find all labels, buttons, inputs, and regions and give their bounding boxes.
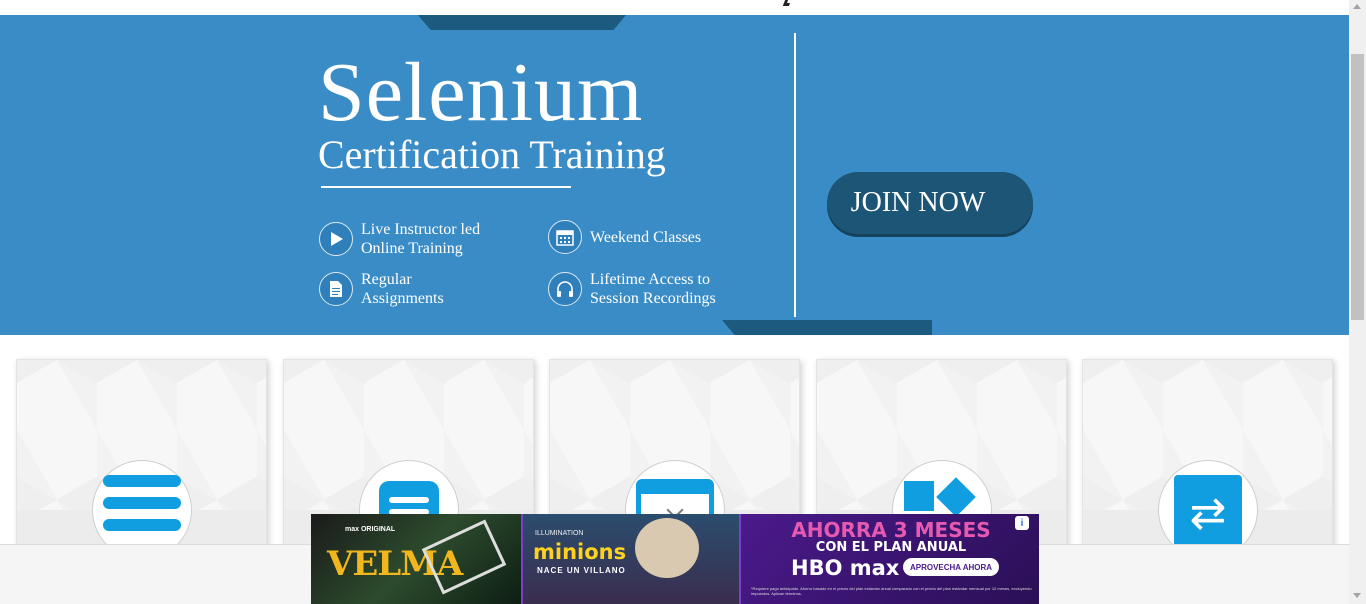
scroll-up-arrow-icon[interactable] [1353, 4, 1361, 9]
ad-headline: AHORRA 3 MESES [791, 518, 991, 542]
cursor-icon [782, 0, 792, 6]
page: Selenium Certification Training Live Ins… [0, 0, 1366, 604]
ad-subline: CON EL PLAN ANUAL [815, 540, 967, 555]
feature-weekend-classes: Weekend Classes [548, 220, 701, 254]
ad-cta-button[interactable]: APROVECHA AHORA [903, 558, 999, 576]
ad-panel-minions[interactable]: ILLUMINATION minions NACE UN VILLANO [521, 514, 739, 604]
sync-icon: ⇄ [1174, 475, 1242, 551]
play-icon [319, 222, 353, 256]
ad-brand: max ORIGINAL [345, 526, 396, 533]
feature-label: Weekend Classes [590, 228, 702, 246]
banner-subtitle: Certification Training [318, 132, 666, 177]
character-image [635, 518, 699, 578]
feature-label: Regular Assignments [361, 271, 444, 307]
calendar-icon [548, 220, 582, 254]
title-underline [321, 186, 571, 188]
course-banner: Selenium Certification Training Live Ins… [0, 15, 1349, 335]
feature-label: Live Instructor led Online Training [361, 221, 481, 257]
ad-fineprint: *Requiere pago anticipado. Ahorro basado… [751, 586, 1032, 596]
banner-decoration-bottom [722, 320, 932, 335]
hbomax-logo: HBO max [791, 556, 900, 580]
ad-brand: ILLUMINATION [535, 530, 584, 537]
feature-label: Lifetime Access to Session Recordings [590, 271, 716, 307]
feature-lifetime-access: Lifetime Access to Session Recordings [548, 270, 716, 308]
advertisement-banner[interactable]: max ORIGINAL VELMA ILLUMINATION minions … [311, 514, 1039, 604]
scrollbar-thumb[interactable] [1351, 54, 1364, 320]
menu-icon [103, 475, 181, 541]
join-now-button[interactable]: JOIN NOW [827, 172, 1033, 234]
ad-panel-velma[interactable]: max ORIGINAL VELMA [311, 514, 521, 604]
feature-assignments: Regular Assignments [319, 270, 444, 308]
banner-decoration-top [418, 15, 626, 30]
banner-divider [794, 33, 796, 317]
course-card[interactable]: ⇄ [1082, 359, 1333, 559]
ad-movie-title: minions [533, 540, 627, 564]
document-icon [319, 272, 353, 306]
banner-title: Selenium [318, 46, 644, 139]
scroll-down-arrow-icon[interactable] [1353, 593, 1361, 598]
vertical-scrollbar[interactable] [1349, 0, 1366, 604]
course-card[interactable] [16, 359, 267, 559]
top-strip [0, 0, 1349, 15]
info-icon[interactable]: i [1015, 516, 1029, 530]
headphones-icon [548, 272, 582, 306]
ad-panel-hbomax[interactable]: AHORRA 3 MESES CON EL PLAN ANUAL HBO max… [739, 514, 1039, 604]
ad-tagline: NACE UN VILLANO [537, 566, 626, 575]
feature-live-training: Live Instructor led Online Training [319, 220, 480, 258]
